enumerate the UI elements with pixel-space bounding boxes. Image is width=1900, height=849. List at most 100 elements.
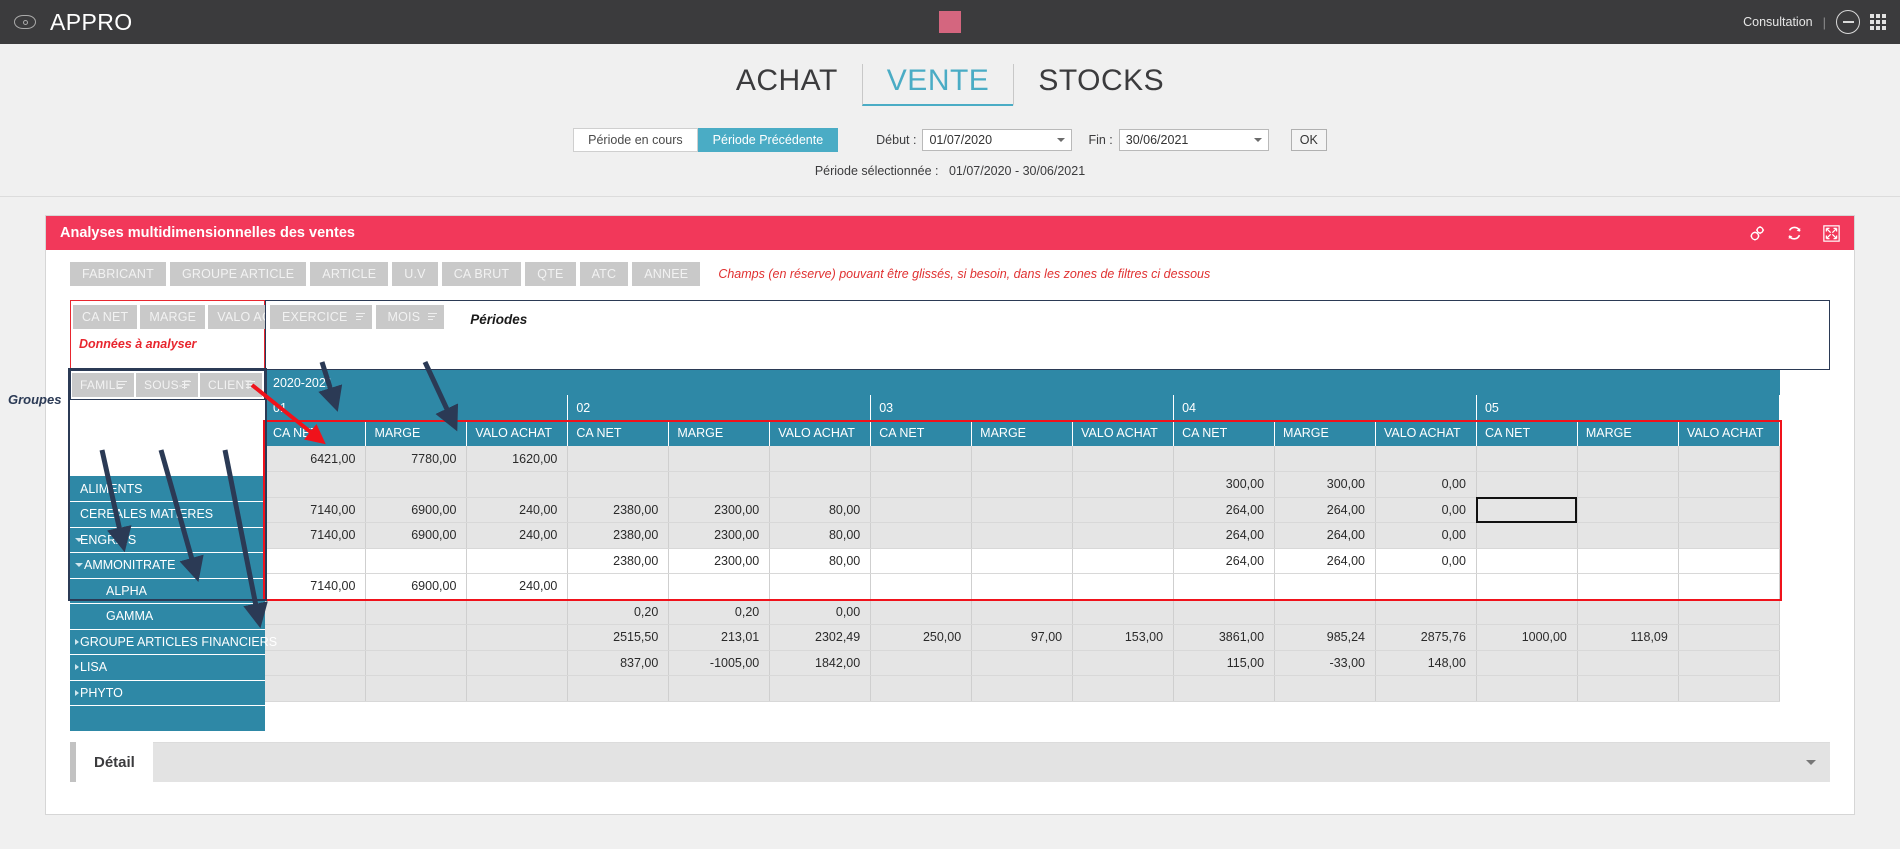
pivot-cell[interactable]: 2380,00 bbox=[568, 548, 669, 574]
pivot-cell[interactable] bbox=[467, 472, 568, 498]
pivot-measure-header[interactable]: MARGE bbox=[972, 420, 1073, 446]
pivot-cell[interactable]: 264,00 bbox=[1275, 523, 1376, 549]
pivot-cell[interactable] bbox=[1375, 599, 1476, 625]
pivot-cell[interactable] bbox=[1073, 472, 1174, 498]
pivot-cell[interactable]: 264,00 bbox=[1275, 548, 1376, 574]
debut-date-dropdown[interactable]: 01/07/2020 bbox=[922, 129, 1072, 151]
pivot-cell[interactable]: 97,00 bbox=[972, 625, 1073, 651]
pivot-cell[interactable] bbox=[669, 574, 770, 600]
pivot-cell[interactable] bbox=[366, 625, 467, 651]
pivot-cell[interactable] bbox=[1577, 650, 1678, 676]
fullscreen-icon[interactable] bbox=[1823, 225, 1840, 242]
detail-accordion[interactable]: Détail bbox=[70, 742, 1830, 782]
pivot-cell[interactable] bbox=[871, 650, 972, 676]
pivot-cell[interactable] bbox=[1275, 446, 1376, 472]
pivot-cell[interactable] bbox=[265, 676, 366, 702]
pivot-cell[interactable] bbox=[265, 472, 366, 498]
pivot-cell[interactable]: 148,00 bbox=[1375, 650, 1476, 676]
pivot-cell[interactable]: 0,00 bbox=[1375, 548, 1476, 574]
pivot-cell[interactable] bbox=[1476, 523, 1577, 549]
pivot-cell[interactable]: 80,00 bbox=[770, 523, 871, 549]
pivot-cell[interactable] bbox=[1375, 574, 1476, 600]
pivot-cell[interactable] bbox=[1577, 472, 1678, 498]
pivot-cell[interactable] bbox=[568, 574, 669, 600]
pivot-measure-header[interactable]: CA NET bbox=[265, 420, 366, 446]
pivot-cell[interactable] bbox=[871, 446, 972, 472]
pivot-row-label[interactable] bbox=[70, 706, 265, 732]
pivot-cell[interactable]: 213,01 bbox=[669, 625, 770, 651]
reserve-chip-annee[interactable]: ANNEE bbox=[632, 262, 700, 286]
pivot-cell[interactable] bbox=[1073, 599, 1174, 625]
pivot-cell[interactable] bbox=[1678, 523, 1779, 549]
apps-grid-icon[interactable] bbox=[1870, 14, 1886, 30]
active-module-indicator[interactable] bbox=[939, 11, 961, 33]
pivot-cell[interactable] bbox=[972, 497, 1073, 523]
pivot-cell[interactable] bbox=[366, 472, 467, 498]
pivot-measure-header[interactable]: CA NET bbox=[1174, 420, 1275, 446]
pivot-cell[interactable] bbox=[1073, 523, 1174, 549]
pivot-measure-header[interactable]: MARGE bbox=[366, 420, 467, 446]
pivot-cell[interactable] bbox=[1678, 497, 1779, 523]
pivot-grid-scroll[interactable]: 2020-20210102030405CA NETMARGEVALO ACHAT… bbox=[265, 370, 1830, 732]
table-row[interactable]: 837,00-1005,001842,00115,00-33,00148,00 bbox=[265, 650, 1780, 676]
pivot-cell[interactable] bbox=[467, 650, 568, 676]
pivot-cell[interactable] bbox=[1577, 676, 1678, 702]
pivot-cell[interactable]: 3861,00 bbox=[1174, 625, 1275, 651]
pivot-cell[interactable] bbox=[770, 676, 871, 702]
chevron-down-icon[interactable] bbox=[75, 538, 83, 542]
period-precedente-button[interactable]: Période Précédente bbox=[698, 128, 839, 152]
group-chip-client[interactable]: CLIENT bbox=[200, 373, 262, 397]
pivot-cell[interactable] bbox=[1678, 625, 1779, 651]
drag-handle-icon[interactable] bbox=[428, 313, 437, 321]
pivot-cell[interactable] bbox=[1577, 574, 1678, 600]
pivot-cell[interactable] bbox=[1275, 574, 1376, 600]
pivot-cell[interactable]: 0,20 bbox=[568, 599, 669, 625]
reserve-chip-atc[interactable]: ATC bbox=[580, 262, 629, 286]
pivot-cell[interactable]: 7140,00 bbox=[265, 574, 366, 600]
pivot-cell[interactable] bbox=[770, 446, 871, 472]
pivot-cell[interactable]: 837,00 bbox=[568, 650, 669, 676]
pivot-cell[interactable]: 153,00 bbox=[1073, 625, 1174, 651]
pivot-cell[interactable]: 264,00 bbox=[1174, 497, 1275, 523]
pivot-cell[interactable] bbox=[871, 472, 972, 498]
pivot-cell[interactable] bbox=[467, 548, 568, 574]
pivot-measure-header[interactable]: VALO ACHAT bbox=[1678, 420, 1779, 446]
pivot-cell[interactable]: 1620,00 bbox=[467, 446, 568, 472]
reserve-chip-groupe-article[interactable]: GROUPE ARTICLE bbox=[170, 262, 306, 286]
pivot-row-label[interactable]: CEREALES MATIERES bbox=[70, 502, 265, 528]
pivot-cell[interactable] bbox=[1678, 574, 1779, 600]
pivot-cell[interactable] bbox=[1678, 676, 1779, 702]
period-chip-mois[interactable]: MOIS bbox=[376, 305, 445, 329]
pivot-cell[interactable] bbox=[366, 599, 467, 625]
ok-button[interactable]: OK bbox=[1291, 129, 1327, 151]
period-en-cours-button[interactable]: Période en cours bbox=[573, 128, 698, 152]
pivot-cell-selected[interactable] bbox=[1476, 497, 1577, 523]
pivot-measure-header[interactable]: CA NET bbox=[1476, 420, 1577, 446]
pivot-cell[interactable] bbox=[568, 676, 669, 702]
pivot-cell[interactable]: 7780,00 bbox=[366, 446, 467, 472]
pivot-cell[interactable]: 115,00 bbox=[1174, 650, 1275, 676]
settings-gears-icon[interactable] bbox=[1749, 225, 1766, 242]
pivot-measure-header[interactable]: MARGE bbox=[669, 420, 770, 446]
pivot-cell[interactable]: 2380,00 bbox=[568, 523, 669, 549]
pivot-cell[interactable] bbox=[1577, 548, 1678, 574]
pivot-cell[interactable]: 118,09 bbox=[1577, 625, 1678, 651]
minimize-icon[interactable] bbox=[1836, 10, 1860, 34]
pivot-period-header-02[interactable]: 02 bbox=[568, 395, 871, 420]
period-chip-exercice[interactable]: EXERCICE bbox=[270, 305, 372, 329]
pivot-cell[interactable] bbox=[972, 676, 1073, 702]
pivot-exercice-header[interactable]: 2020-2021 bbox=[265, 370, 1780, 395]
pivot-cell[interactable]: 7140,00 bbox=[265, 523, 366, 549]
pivot-cell[interactable] bbox=[1678, 472, 1779, 498]
pivot-row-label[interactable]: ALPHA bbox=[70, 578, 265, 604]
pivot-cell[interactable] bbox=[265, 625, 366, 651]
reserve-chip-ca-brut[interactable]: CA BRUT bbox=[442, 262, 522, 286]
pivot-cell[interactable]: 2300,00 bbox=[669, 523, 770, 549]
pivot-row-label[interactable]: PHYTO bbox=[70, 680, 265, 706]
pivot-cell[interactable] bbox=[1476, 676, 1577, 702]
pivot-cell[interactable]: 7140,00 bbox=[265, 497, 366, 523]
pivot-cell[interactable]: 2380,00 bbox=[568, 497, 669, 523]
pivot-cell[interactable]: 2302,49 bbox=[770, 625, 871, 651]
period-drop-zone[interactable]: EXERCICE MOIS Périodes bbox=[265, 300, 1830, 370]
pivot-cell[interactable]: -33,00 bbox=[1275, 650, 1376, 676]
